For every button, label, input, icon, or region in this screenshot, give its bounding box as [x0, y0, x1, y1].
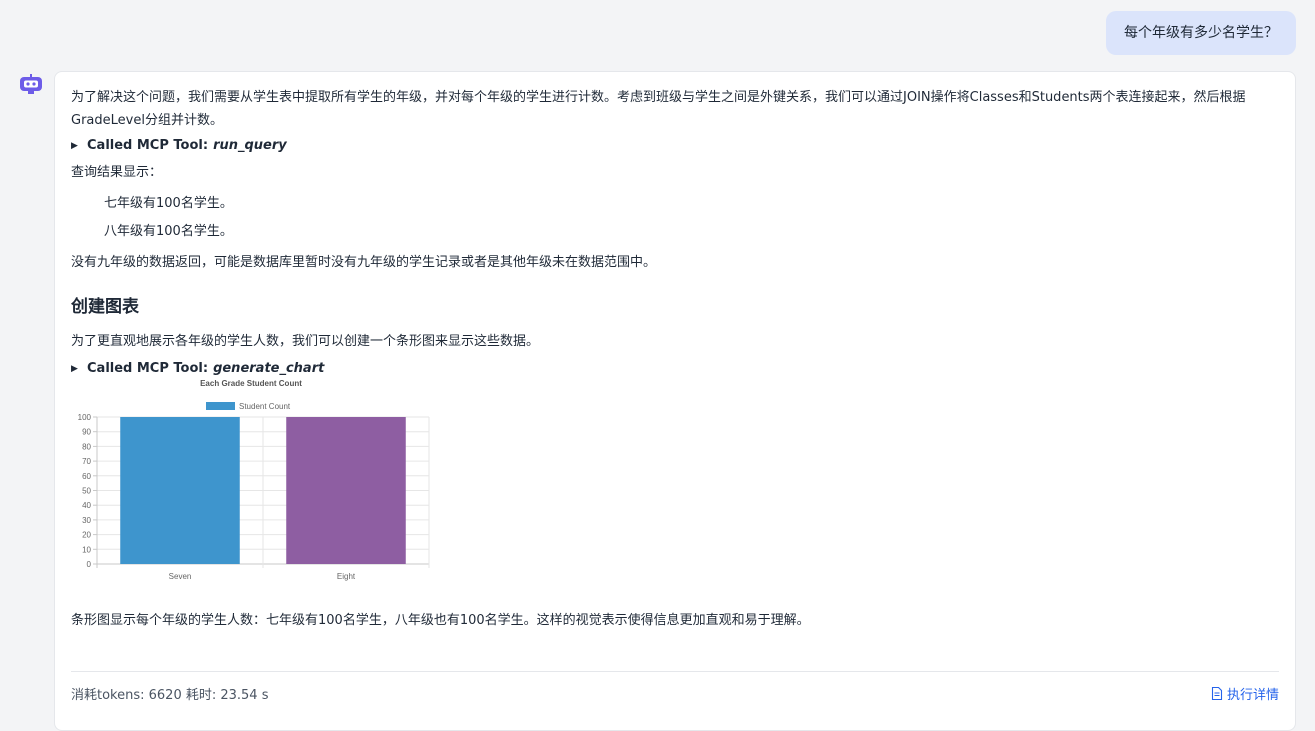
- legend-swatch: [206, 402, 235, 410]
- bar-chart: Each Grade Student Count Student Count 0 10…: [71, 379, 441, 594]
- bot-avatar-icon: [19, 74, 43, 96]
- document-icon: [1211, 687, 1223, 700]
- y-tick-label: 30: [82, 516, 91, 525]
- chart-intro-text: 为了更直观地展示各年级的学生人数，我们可以创建一个条形图来显示这些数据。: [71, 334, 540, 349]
- chart-title: Each Grade Student Count: [200, 379, 302, 388]
- assistant-message-card: 为了解决这个问题，我们需要从学生表中提取所有学生的年级，并对每个年级的学生进行计…: [54, 71, 1296, 731]
- footer-divider: [71, 671, 1279, 672]
- execution-details-label[interactable]: 执行详情: [1227, 684, 1279, 703]
- user-message-bubble: 每个年级有多少名学生？: [1106, 11, 1296, 55]
- result-heading: 查询结果显示：: [71, 165, 163, 180]
- bar: [120, 417, 240, 564]
- y-tick-label: 50: [82, 487, 91, 496]
- result-item: 七年级有100名学生。: [104, 196, 233, 211]
- intro-text: 为了解决这个问题，我们需要从学生表中提取所有学生的年级，并对每个年级的学生进行计…: [71, 90, 1246, 128]
- y-tick-label: 0: [87, 560, 92, 569]
- tool-call-run-query[interactable]: ▶ Called MCP Tool: run_query: [71, 136, 1281, 156]
- y-tick-label: 40: [82, 501, 91, 510]
- y-tick-label: 90: [82, 428, 91, 437]
- summary-text: 条形图显示每个年级的学生人数：七年级有100名学生，八年级也有100名学生。这样…: [71, 613, 810, 628]
- section-title: 创建图表: [71, 297, 139, 317]
- x-tick-label: Eight: [337, 572, 356, 581]
- y-tick-label: 100: [78, 413, 92, 422]
- bar: [286, 417, 406, 564]
- chart-svg: Each Grade Student Count Student Count 0 10…: [78, 379, 430, 581]
- expand-triangle-icon: ▶: [71, 141, 78, 151]
- y-tick-label: 70: [82, 457, 91, 466]
- tool-call-prefix: Called MCP Tool:: [87, 361, 209, 376]
- y-tick-label: 80: [82, 442, 91, 451]
- tool-call-prefix: Called MCP Tool:: [87, 138, 209, 153]
- tool-call-generate-chart[interactable]: ▶ Called MCP Tool: generate_chart: [71, 359, 1281, 379]
- tool-call-name: run_query: [213, 138, 287, 153]
- y-tick-label: 10: [82, 545, 91, 554]
- legend-label: Student Count: [239, 402, 291, 411]
- result-item: 八年级有100名学生。: [104, 224, 233, 239]
- note-text: 没有九年级的数据返回，可能是数据库里暂时没有九年级的学生记录或者是其他年级未在数…: [71, 255, 657, 270]
- y-tick-label: 60: [82, 472, 91, 481]
- execution-details-link[interactable]: 执行详情: [1211, 684, 1279, 703]
- y-tick-label: 20: [82, 531, 91, 540]
- x-tick-label: Seven: [169, 572, 192, 581]
- usage-stats: 消耗tokens: 6620 耗时: 23.54 s: [71, 688, 269, 703]
- tool-call-name: generate_chart: [213, 361, 325, 376]
- expand-triangle-icon: ▶: [71, 364, 78, 374]
